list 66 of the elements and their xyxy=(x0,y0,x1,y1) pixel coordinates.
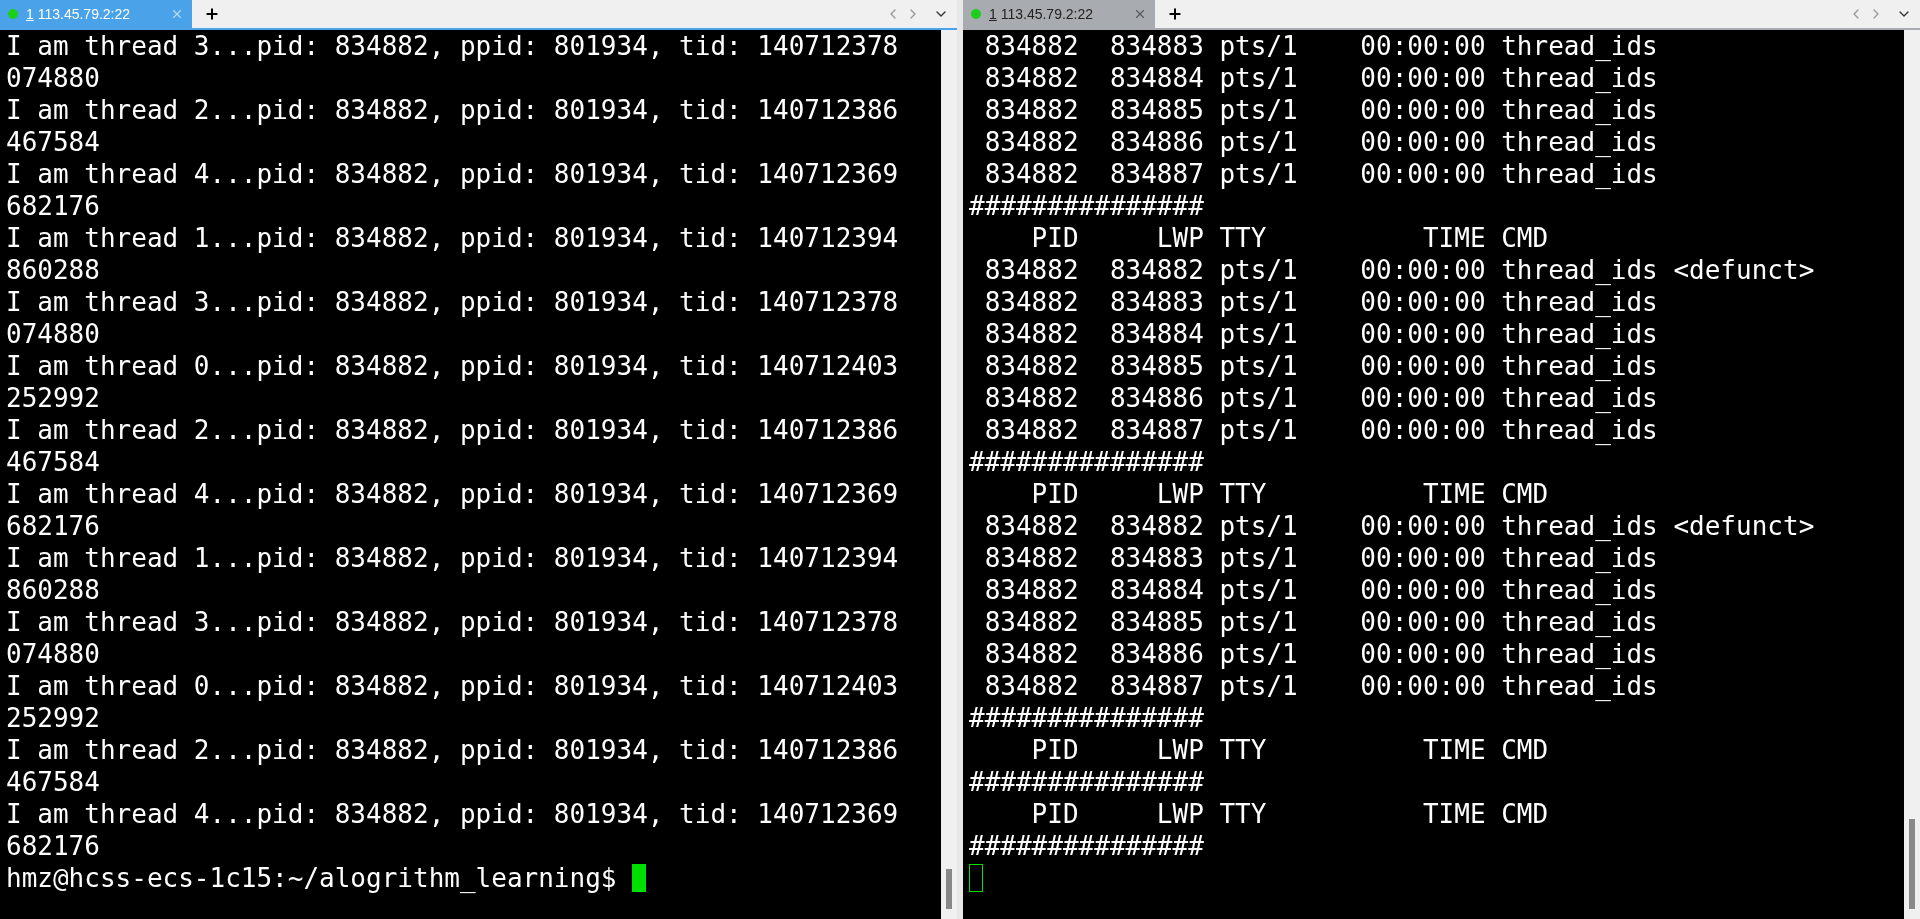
terminal-line: 834882 834884 pts/1 00:00:00 thread_ids xyxy=(983,318,1658,350)
terminal-line: 252992 xyxy=(6,382,100,414)
terminal-line: 834882 834887 pts/1 00:00:00 thread_ids xyxy=(983,414,1658,446)
terminal-line: 834882 834883 pts/1 00:00:00 thread_ids xyxy=(983,286,1658,318)
terminal-line: I am thread 1...pid: 834882, ppid: 801934, tid: 140712394 xyxy=(6,542,899,574)
terminal-line: I am thread 2...pid: 834882, ppid: 801934, tid: 140712386 xyxy=(6,94,899,126)
terminal-line: ############### xyxy=(969,766,1204,798)
terminal-line: PID LWP TTY TIME CMD xyxy=(1030,734,1549,766)
new-tab-icon[interactable] xyxy=(1167,6,1183,22)
terminal-line: 834882 834887 pts/1 00:00:00 thread_ids xyxy=(983,670,1658,702)
terminal-line: PID LWP TTY TIME CMD xyxy=(1030,478,1549,510)
terminal-line: PID LWP TTY TIME CMD xyxy=(1030,222,1549,254)
terminal-line: ############### xyxy=(969,830,1204,862)
terminal-line: 467584 xyxy=(6,126,100,158)
terminal-line: 834882 834886 pts/1 00:00:00 thread_ids xyxy=(983,126,1658,158)
terminal-line: I am thread 3...pid: 834882, ppid: 801934, tid: 140712378 xyxy=(6,30,899,62)
terminal-line: 860288 xyxy=(6,254,100,286)
scrollbar[interactable] xyxy=(941,30,957,919)
terminal-line: I am thread 1...pid: 834882, ppid: 801934, tid: 140712394 xyxy=(6,222,899,254)
terminal-line: 834882 834885 pts/1 00:00:00 thread_ids xyxy=(983,350,1658,382)
terminal-line: 834882 834884 pts/1 00:00:00 thread_ids xyxy=(983,574,1658,606)
terminal-line: ############### xyxy=(969,446,1204,478)
terminal-line: 682176 xyxy=(6,190,100,222)
terminal-line: 834882 834884 pts/1 00:00:00 thread_ids xyxy=(983,62,1658,94)
new-tab-icon[interactable] xyxy=(204,6,220,22)
terminal-line: 074880 xyxy=(6,318,100,350)
terminal-line: 467584 xyxy=(6,766,100,798)
terminal-line: 074880 xyxy=(6,62,100,94)
tab-title: 1 113.45.79.2:22 xyxy=(26,4,131,24)
terminal-line: ############### xyxy=(969,190,1204,222)
terminal-line: I am thread 0...pid: 834882, ppid: 801934, tid: 140712403 xyxy=(6,670,899,702)
terminal-line: 834882 834882 pts/1 00:00:00 thread_ids <defunct> xyxy=(983,510,1815,542)
connected-icon xyxy=(971,9,981,19)
terminal-line: 834882 834887 pts/1 00:00:00 thread_ids xyxy=(983,158,1658,190)
connected-icon xyxy=(8,9,18,19)
terminal-line: 834882 834883 pts/1 00:00:00 thread_ids xyxy=(983,30,1658,62)
terminal-line: 834882 834886 pts/1 00:00:00 thread_ids xyxy=(983,382,1658,414)
terminal-line: 467584 xyxy=(6,446,100,478)
terminal-line: 834882 834885 pts/1 00:00:00 thread_ids xyxy=(983,94,1658,126)
terminal-line: I am thread 4...pid: 834882, ppid: 801934, tid: 140712369 xyxy=(6,158,899,190)
scrollbar[interactable] xyxy=(1904,30,1920,919)
terminal-line: 682176 xyxy=(6,830,100,862)
tab-title: 1 113.45.79.2:22 xyxy=(989,4,1094,24)
terminal-line: 682176 xyxy=(6,510,100,542)
scrollbar-thumb[interactable] xyxy=(1909,819,1915,909)
session-tab[interactable]: 1 113.45.79.2:22 xyxy=(963,0,1155,28)
terminal-line: I am thread 4...pid: 834882, ppid: 801934, tid: 140712369 xyxy=(6,478,899,510)
scrollbar-thumb[interactable] xyxy=(946,869,952,909)
terminal-line: I am thread 3...pid: 834882, ppid: 801934, tid: 140712378 xyxy=(6,606,899,638)
terminal-line: 834882 834883 pts/1 00:00:00 thread_ids xyxy=(983,542,1658,574)
close-icon[interactable] xyxy=(1133,7,1147,21)
terminal-line: 860288 xyxy=(6,574,100,606)
terminal-line: I am thread 2...pid: 834882, ppid: 801934, tid: 140712386 xyxy=(6,414,899,446)
terminal-line: I am thread 0...pid: 834882, ppid: 801934, tid: 140712403 xyxy=(6,350,899,382)
terminal-line: 074880 xyxy=(6,638,100,670)
terminal-line: I am thread 4...pid: 834882, ppid: 801934, tid: 140712369 xyxy=(6,798,899,830)
terminal-line: PID LWP TTY TIME CMD xyxy=(1030,798,1549,830)
terminal-line: I am thread 2...pid: 834882, ppid: 801934, tid: 140712386 xyxy=(6,734,899,766)
shell-prompt: hmz@hcss-ecs-1c15:~/alogrithm_learning$ xyxy=(6,862,618,894)
terminal-line: 252992 xyxy=(6,702,100,734)
terminal-line: I am thread 3...pid: 834882, ppid: 801934, tid: 140712378 xyxy=(6,286,899,318)
terminal-line: ############### xyxy=(969,702,1204,734)
terminal-line: 834882 834886 pts/1 00:00:00 thread_ids xyxy=(983,638,1658,670)
terminal-line: 834882 834885 pts/1 00:00:00 thread_ids xyxy=(983,606,1658,638)
close-icon[interactable] xyxy=(170,7,184,21)
terminal-line: 834882 834882 pts/1 00:00:00 thread_ids <defunct> xyxy=(983,254,1815,286)
